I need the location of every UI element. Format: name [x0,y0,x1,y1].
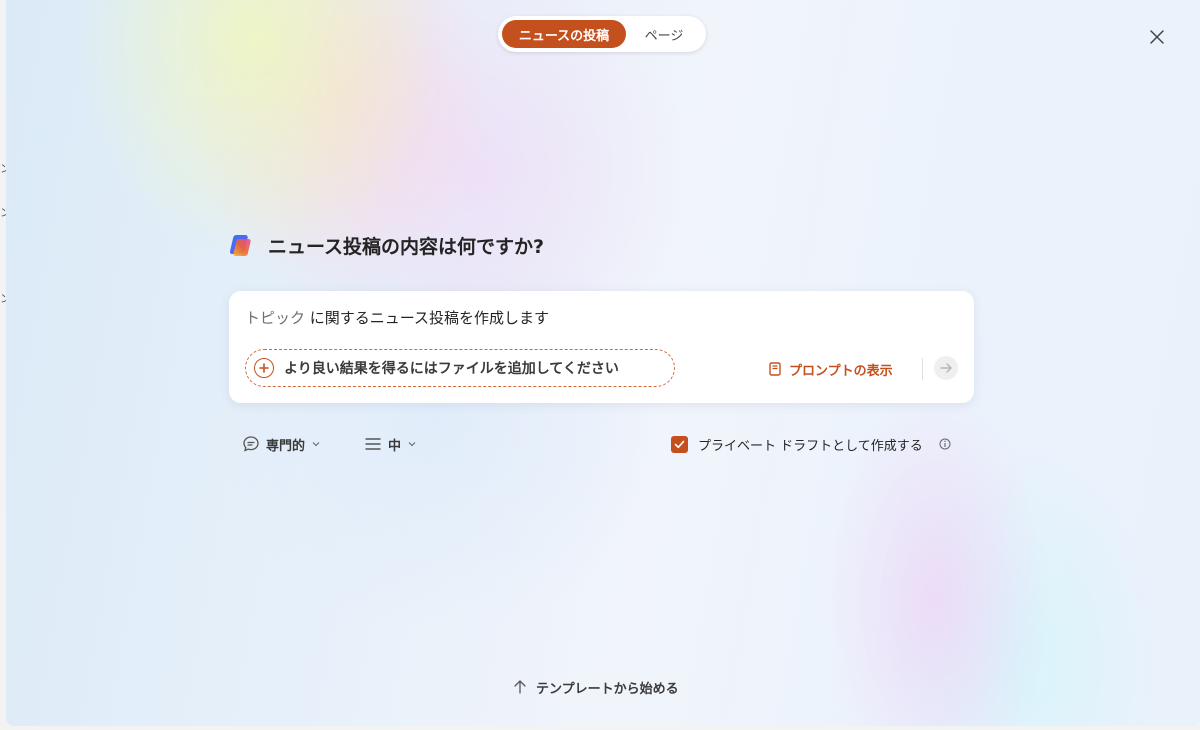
length-label: 中 [388,438,402,454]
tab-page[interactable]: ページ [626,20,702,48]
length-dropdown[interactable]: 中 [364,432,417,456]
private-draft-option: プライベート ドラフトとして作成する [671,432,951,456]
topic-token[interactable]: トピック [245,309,305,327]
mode-tab-switch: ニュースの投稿 ページ [498,16,706,52]
add-file-button[interactable]: より良い結果を得るにはファイルを追加してください [245,349,675,387]
private-draft-label: プライベート ドラフトとして作成する [698,438,923,454]
add-file-label: より良い結果を得るにはファイルを追加してください [284,361,619,377]
send-button[interactable] [934,356,958,380]
private-draft-checkbox[interactable] [671,435,688,453]
show-prompts-button[interactable]: プロンプトの表示 [769,358,893,380]
start-from-template-button[interactable]: テンプレートから始める [512,676,679,698]
prompt-text: に関するニュース投稿を作成します [305,309,550,327]
template-label: テンプレートから始める [536,681,679,697]
close-icon [1150,30,1164,44]
chevron-down-icon [312,442,320,447]
heading-row: ニュース投稿の内容は何ですか? [228,230,544,260]
prompt-book-icon [769,362,781,376]
plus-circle-icon [254,358,274,378]
close-button[interactable] [1146,26,1168,48]
tone-label: 専門的 [266,438,306,454]
news-post-dialog: ニュースの投稿 ページ ニュース投稿の内容は何ですか? トピック に関するニュー… [6,0,1200,726]
copilot-icon [229,235,251,256]
arrow-up-icon [514,680,526,694]
prompt-card: トピック に関するニュース投稿を作成します より良い結果を得るにはファイルを追加… [229,291,974,403]
send-arrow-icon [940,363,952,373]
chat-bubble-icon [243,436,259,452]
prompt-input[interactable]: トピック に関するニュース投稿を作成します [245,307,549,328]
tab-news-post[interactable]: ニュースの投稿 [502,20,626,48]
show-prompts-label: プロンプトの表示 [789,363,893,379]
info-icon[interactable] [939,438,951,450]
divider [922,358,923,380]
tone-dropdown[interactable]: 専門的 [242,432,321,456]
page-title: ニュース投稿の内容は何ですか? [268,235,545,258]
lines-icon [365,438,381,450]
options-row: 専門的 中 プライベート ドラフトとして作成する [242,432,972,456]
checkmark-icon [674,440,685,448]
chevron-down-icon [408,442,416,447]
